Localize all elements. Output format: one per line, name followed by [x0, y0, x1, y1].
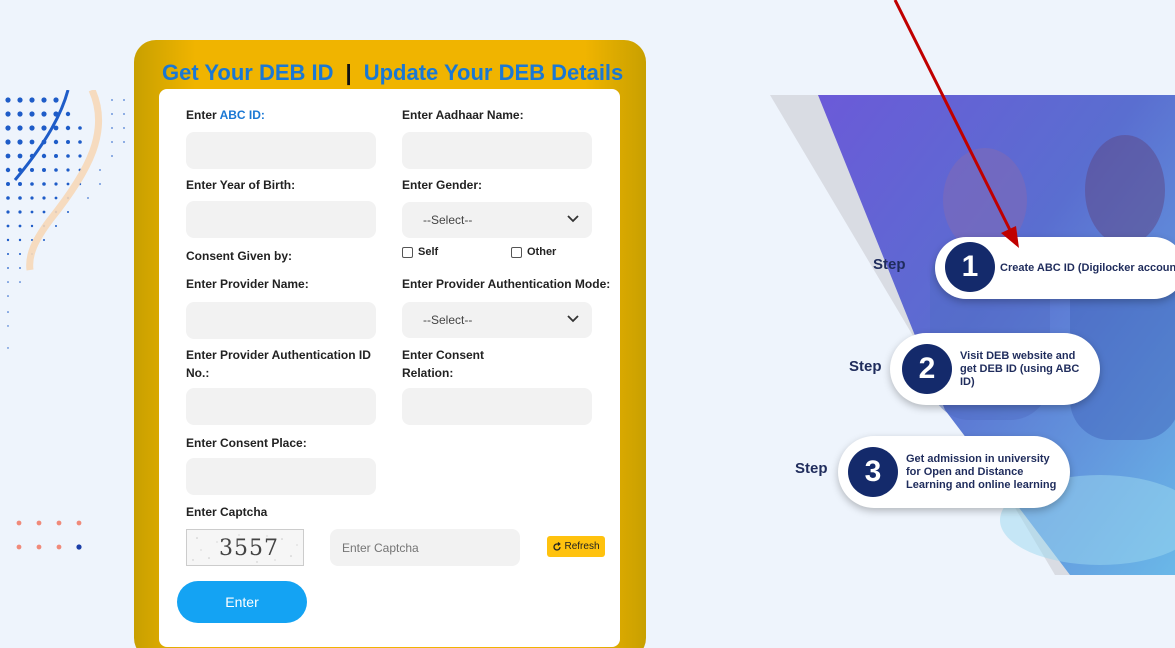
red-arrow-annotation [893, 0, 1019, 248]
